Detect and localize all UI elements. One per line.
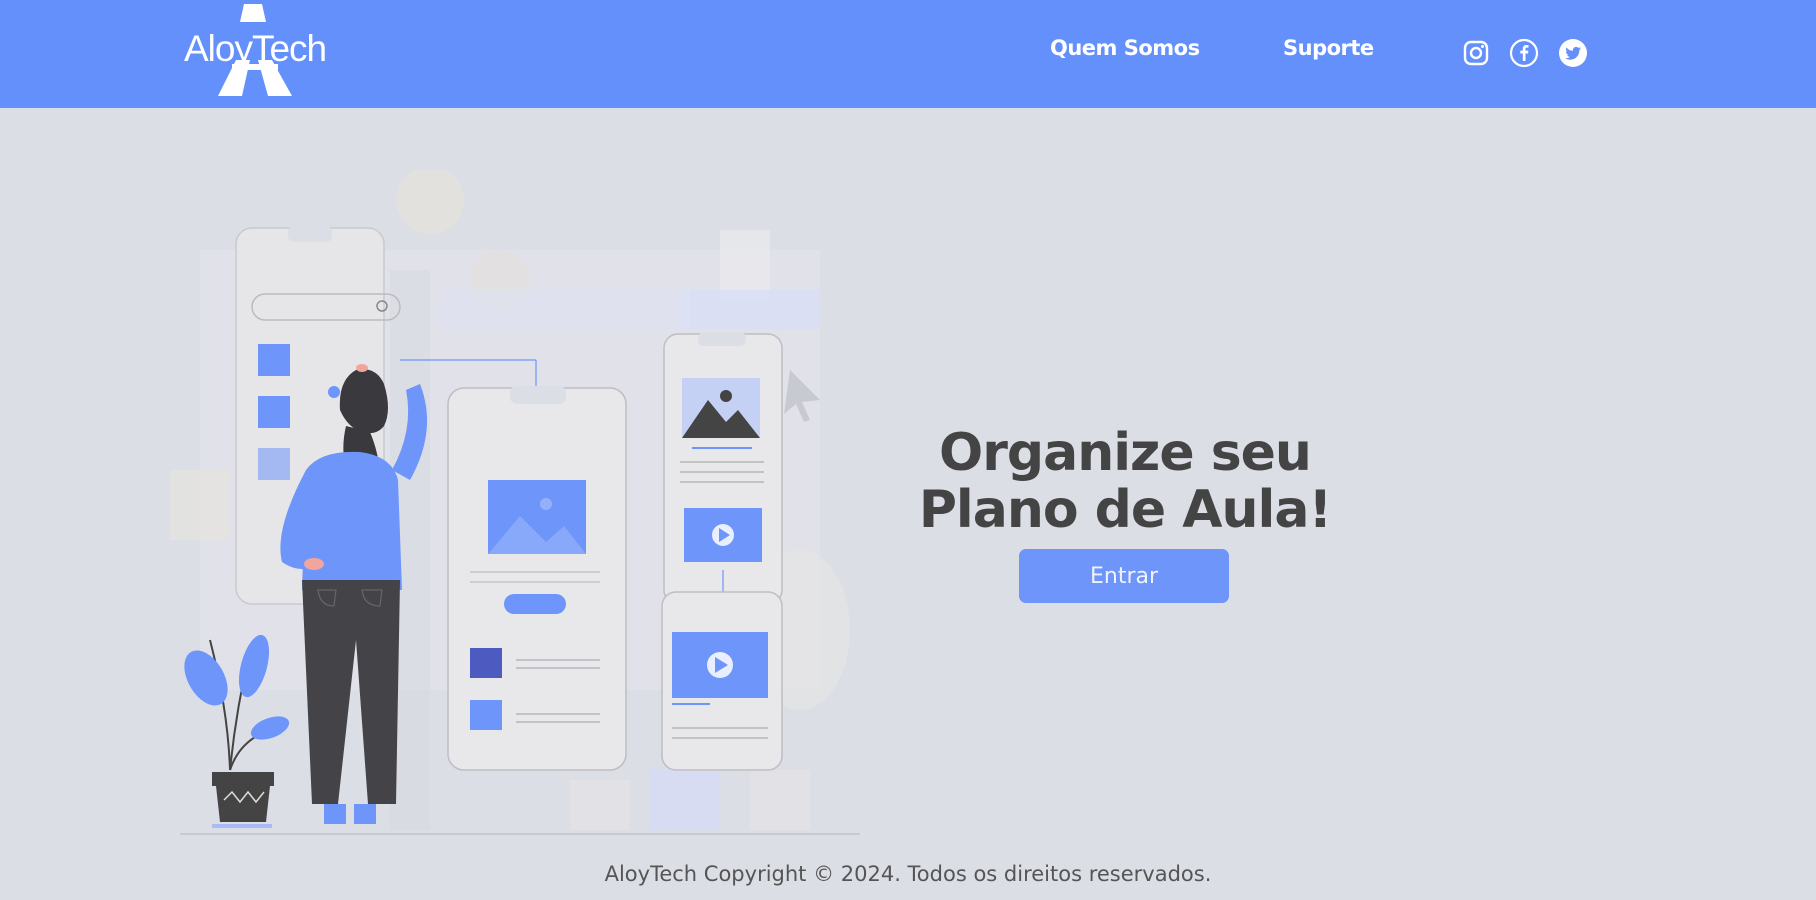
hero-title-line-2: Plano de Aula! <box>918 480 1332 540</box>
twitter-icon[interactable] <box>1558 38 1588 68</box>
site-header: AloyTech Quem Somos Suporte <box>0 0 1816 108</box>
facebook-icon[interactable] <box>1509 38 1539 68</box>
brand-name: AloyTech <box>184 28 327 69</box>
enter-button[interactable]: Entrar <box>1019 549 1229 603</box>
instagram-icon[interactable] <box>1461 38 1491 68</box>
footer-copyright: AloyTech Copyright © 2024. Todos os dire… <box>604 862 1212 886</box>
hero-title-line-1: Organize seu <box>939 423 1312 483</box>
hero-illustration <box>170 166 870 850</box>
nav-support[interactable]: Suporte <box>1283 36 1374 60</box>
brand-logo[interactable]: AloyTech <box>180 4 330 96</box>
nav-about-us[interactable]: Quem Somos <box>1050 36 1200 60</box>
hero-title: Organize seu Plano de Aula! <box>880 425 1370 539</box>
